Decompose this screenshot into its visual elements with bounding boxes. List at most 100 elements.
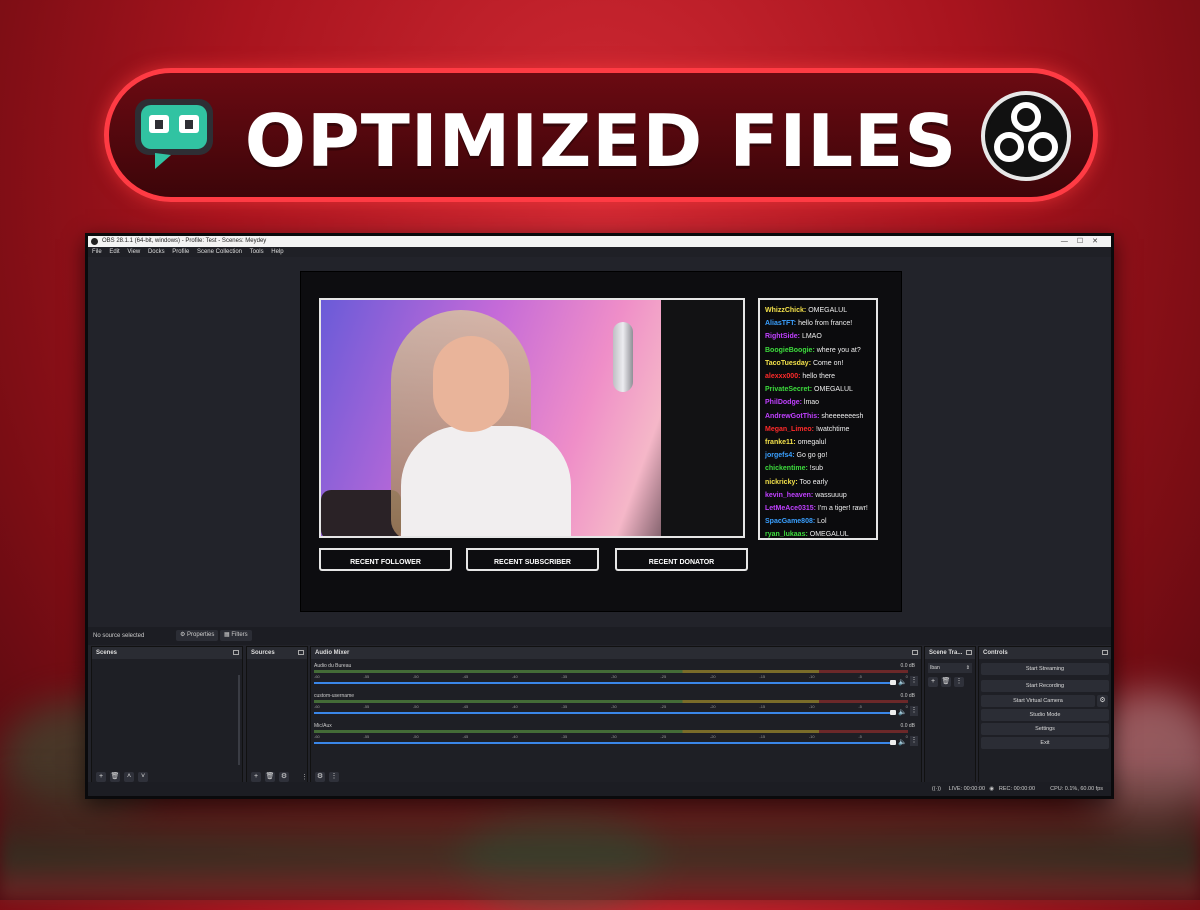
volume-slider[interactable]: [314, 742, 894, 744]
add-scene-icon[interactable]: +: [96, 772, 106, 782]
meter-tick-label: -45: [462, 674, 469, 679]
channel-menu-icon[interactable]: ⋮: [910, 706, 918, 716]
meter-tick-label: -50: [412, 734, 419, 739]
chat-line: PhilDodge: lmao: [765, 396, 871, 409]
studio-mode-button[interactable]: Studio Mode: [981, 709, 1109, 721]
scenes-title: Scenes: [96, 650, 118, 656]
dock-more-icon[interactable]: ⋮: [301, 773, 308, 781]
menu-profile[interactable]: Profile: [172, 249, 189, 255]
menu-tools[interactable]: Tools: [250, 249, 264, 255]
chat-username: ryan_lukaas:: [765, 531, 808, 539]
chat-line: RightSide: LMAO: [765, 330, 871, 343]
meter-tick-label: -10: [808, 704, 815, 709]
mixer-menu-icon[interactable]: ⋮: [329, 772, 339, 782]
meter-tick-label: -25: [660, 734, 667, 739]
recent-donator-label: RECENT DONATOR: [648, 559, 715, 566]
scene-transitions-title: Scene Tra...: [929, 650, 963, 656]
virtual-camera-settings-icon[interactable]: ⚙: [1097, 695, 1108, 707]
meter-tick-label: -35: [561, 674, 568, 679]
menu-view[interactable]: View: [127, 249, 140, 255]
volume-slider-handle[interactable]: [890, 710, 896, 715]
meter-tick-label: -40: [511, 734, 518, 739]
exit-button[interactable]: Exit: [981, 737, 1109, 749]
controls-header: Controls: [979, 647, 1111, 659]
scenes-scrollbar[interactable]: [238, 675, 240, 765]
meter-tick-label: -5: [858, 704, 862, 709]
live-indicator-icon: ((·)): [931, 786, 941, 792]
controls-dock: Controls Start Streaming Start Recording…: [978, 646, 1111, 787]
filters-button[interactable]: ▦ Filters: [220, 630, 252, 641]
undock-icon[interactable]: [298, 650, 304, 655]
properties-button[interactable]: ⚙ Properties: [176, 630, 219, 641]
sources-dock: Sources + 🗑 ⚙: [246, 646, 308, 787]
chat-line: BoogieBoogie: where you at?: [765, 344, 871, 357]
chat-message: OMEGALUL: [808, 307, 848, 314]
transition-menu-icon[interactable]: ⋮: [954, 677, 964, 687]
transition-toolbar: + 🗑 ⋮: [928, 677, 964, 687]
source-settings-icon[interactable]: ⚙: [279, 772, 289, 782]
chat-line: Megan_Limeo: !watchtime: [765, 423, 871, 436]
undock-icon[interactable]: [966, 650, 972, 655]
volume-slider[interactable]: [314, 682, 894, 684]
chat-username: chickentime:: [765, 465, 808, 473]
undock-icon[interactable]: [912, 650, 918, 655]
settings-button[interactable]: Settings: [981, 723, 1109, 735]
menu-edit[interactable]: Edit: [109, 249, 119, 255]
add-transition-icon[interactable]: +: [928, 677, 938, 687]
undock-icon[interactable]: [233, 650, 239, 655]
undock-icon[interactable]: [1102, 650, 1108, 655]
meter-tick-label: -25: [660, 674, 667, 679]
recent-subscriber-label: RECENT SUBSCRIBER: [493, 559, 571, 566]
add-source-icon[interactable]: +: [251, 772, 261, 782]
scenes-header: Scenes: [92, 647, 242, 659]
chat-username: WhizzChick:: [765, 307, 807, 314]
volume-slider[interactable]: [314, 712, 894, 714]
chat-message: sheeeeeeesh: [821, 412, 864, 420]
chat-message: hello there: [802, 373, 836, 381]
speaker-icon[interactable]: 🔈: [898, 708, 907, 716]
properties-label: Properties: [187, 632, 215, 638]
streamer-face: [433, 336, 509, 432]
start-virtual-camera-button[interactable]: Start Virtual Camera: [981, 695, 1095, 707]
advanced-audio-icon[interactable]: ⚙: [315, 772, 325, 782]
meter-tick-label: -40: [511, 704, 518, 709]
meter-tick-label: -50: [412, 704, 419, 709]
chat-message: Too early: [799, 478, 828, 486]
start-recording-button[interactable]: Start Recording: [981, 680, 1109, 692]
menu-docks[interactable]: Docks: [148, 249, 165, 255]
volume-slider-handle[interactable]: [890, 740, 896, 745]
rec-indicator-icon: ◉: [989, 786, 994, 792]
remove-scene-icon[interactable]: 🗑: [110, 772, 120, 782]
channel-menu-icon[interactable]: ⋮: [910, 676, 918, 686]
program-canvas[interactable]: WhizzChick: OMEGALUL AliasTFT: hello from…: [300, 271, 902, 612]
channel-menu-icon[interactable]: ⋮: [910, 736, 918, 746]
chat-username: nickricky:: [765, 478, 798, 486]
meter-tick-label: -20: [709, 734, 716, 739]
speaker-icon[interactable]: 🔈: [898, 678, 907, 686]
webcam-frame: [319, 298, 745, 538]
move-up-icon[interactable]: ˄: [124, 772, 134, 782]
start-streaming-button[interactable]: Start Streaming: [981, 663, 1109, 675]
chat-username: TacoTuesday:: [765, 359, 812, 367]
remove-transition-icon[interactable]: 🗑: [941, 677, 951, 687]
chat-username: AndrewGotThis:: [765, 412, 820, 420]
transition-select[interactable]: Iban ⇕: [928, 663, 972, 673]
chat-username: LetMeAce0315:: [765, 505, 816, 513]
speaker-icon[interactable]: 🔈: [898, 738, 907, 746]
meter-tick-label: -60: [314, 704, 320, 709]
volume-meter: [314, 730, 908, 733]
meter-tick-label: -55: [363, 704, 370, 709]
remove-source-icon[interactable]: 🗑: [265, 772, 275, 782]
menu-help[interactable]: Help: [271, 249, 283, 255]
menu-file[interactable]: File: [92, 249, 102, 255]
chat-message: where you at?: [816, 346, 861, 354]
chat-line: jorgefs4: Go go go!: [765, 449, 871, 462]
menu-scene-collection[interactable]: Scene Collection: [197, 249, 242, 255]
meter-tick-label: -55: [363, 734, 370, 739]
window-controls[interactable]: —☐✕: [1061, 236, 1107, 247]
scene-transitions-header: Scene Tra...: [925, 647, 975, 659]
streamer-shirt: [401, 426, 571, 536]
move-down-icon[interactable]: ˅: [138, 772, 148, 782]
volume-slider-handle[interactable]: [890, 680, 896, 685]
chat-username: AliasTFT:: [765, 320, 797, 328]
